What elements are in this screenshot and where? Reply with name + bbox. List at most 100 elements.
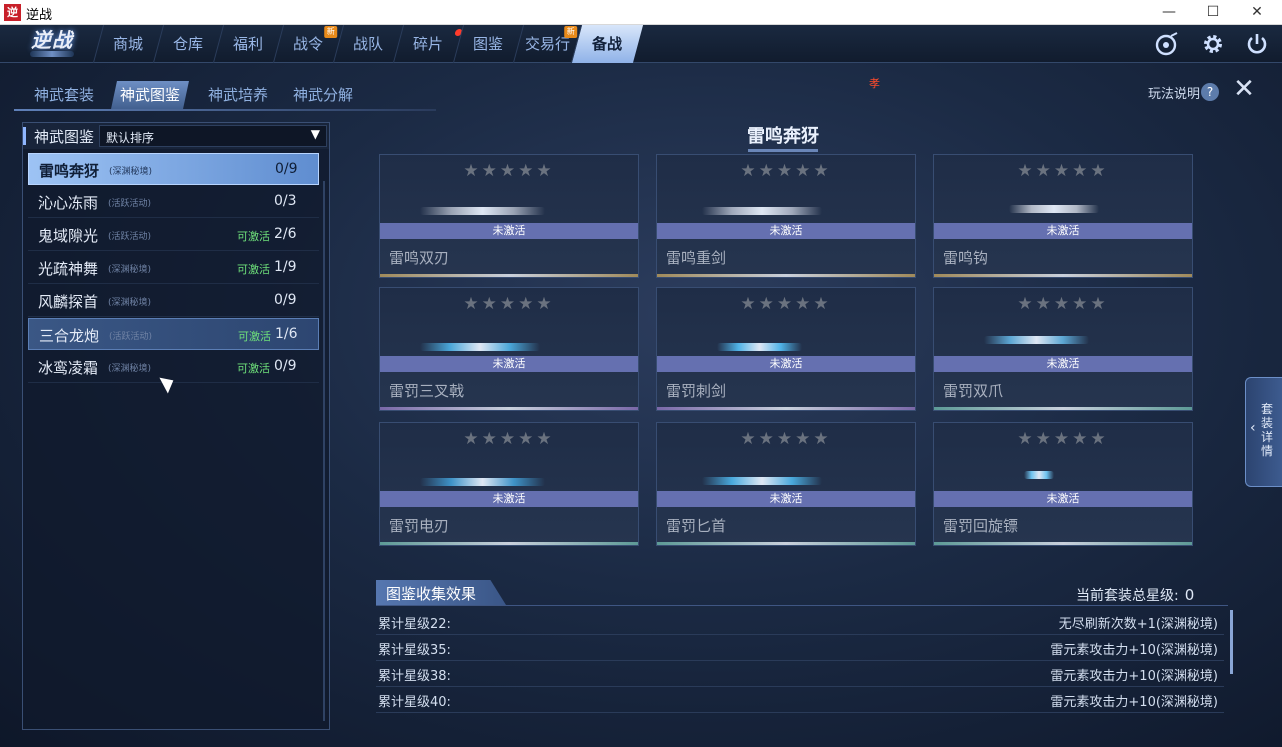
inactive-banner: 未激活 — [934, 223, 1192, 239]
minimize-button[interactable]: — — [1146, 0, 1192, 25]
inactive-banner: 未激活 — [657, 223, 915, 239]
nav-item-warehouse[interactable]: 仓库 — [152, 25, 224, 63]
set-name: 鬼域隙光 — [38, 227, 99, 245]
set-list-item[interactable]: 光疏神舞 (深渊秘境) 可激活 1/9 — [28, 252, 319, 284]
nav-item-shop[interactable]: 商城 — [92, 25, 164, 63]
sort-dropdown[interactable]: 默认排序 ▼ — [99, 125, 327, 147]
top-nav: 逆战 商城 仓库 福利 战令新 战队 碎片 图鉴 交易行新 备战 — [0, 25, 1282, 63]
nav-item-prepare[interactable]: 备战 — [570, 25, 644, 63]
list-scrollbar[interactable] — [323, 181, 325, 721]
nav-item-codex[interactable]: 图鉴 — [452, 25, 524, 63]
weapon-name: 雷罚三叉戟 — [389, 382, 465, 400]
card-rarity-bar — [934, 407, 1192, 410]
weapon-card[interactable]: ★★★★★ 未激活 雷罚双爪 — [933, 287, 1193, 411]
set-progress-count: 1/9 — [274, 259, 297, 275]
weapon-card[interactable]: ★★★★★ 未激活 雷鸣双刃 — [379, 154, 639, 278]
disc-icon[interactable] — [1155, 32, 1179, 56]
weapon-image — [420, 207, 545, 215]
set-name: 光疏神舞 — [38, 260, 99, 278]
card-rarity-bar — [380, 407, 638, 410]
effect-bonus: 雷元素攻击力+10(深渊秘境) — [1050, 695, 1218, 710]
set-name: 冰鸾凌霜 — [38, 359, 99, 377]
effect-threshold: 累计星级40: — [378, 695, 451, 710]
app-icon: 逆 — [4, 4, 21, 21]
collection-effect-row: 累计星级22: 无尽刷新次数+1(深渊秘境) — [376, 609, 1224, 635]
tab-artifact-sets[interactable]: 神武套装 — [28, 81, 100, 109]
set-source-tag: (深渊秘境) — [108, 265, 152, 275]
help-link[interactable]: 玩法说明 — [1148, 83, 1200, 102]
effect-bonus: 雷元素攻击力+10(深渊秘境) — [1050, 643, 1218, 658]
weapon-name: 雷鸣钩 — [943, 249, 989, 267]
set-list-item[interactable]: 雷鸣奔犽 (深渊秘境) 0/9 — [28, 153, 319, 185]
inactive-banner: 未激活 — [934, 491, 1192, 507]
weapon-card[interactable]: ★★★★★ 未激活 雷罚匕首 — [656, 422, 916, 546]
collection-effect-row: 累计星级35: 雷元素攻击力+10(深渊秘境) — [376, 635, 1224, 661]
new-badge: 新 — [324, 26, 338, 38]
card-rarity-bar — [657, 274, 915, 277]
weapon-image — [1009, 205, 1099, 213]
set-details-drawer-button[interactable]: ‹ 套装详情 — [1245, 377, 1282, 487]
set-progress-count: 0/9 — [275, 161, 298, 177]
weapon-card[interactable]: ★★★★★ 未激活雷鸣钩 — [933, 154, 1193, 278]
tab-artifact-dismantle[interactable]: 神武分解 — [287, 81, 359, 109]
inactive-banner: 未激活 — [657, 356, 915, 372]
weapon-card[interactable]: ★★★★★ 未激活 雷罚电刃 — [379, 422, 639, 546]
nav-item-trade[interactable]: 交易行新 — [512, 25, 582, 63]
weapon-card[interactable]: ★★★★★ 未激活 雷罚三叉戟 — [379, 287, 639, 411]
set-list-header: 神武图鉴 默认排序 ▼ — [23, 123, 329, 149]
close-button[interactable]: ✕ — [1232, 76, 1256, 102]
set-list-item[interactable]: 冰鸾凌霜 (深渊秘境) 可激活 0/9 — [28, 351, 319, 383]
help-icon[interactable]: ? — [1201, 83, 1219, 101]
set-list-item[interactable]: 鬼域隙光 (活跃活动) 可激活 2/6 — [28, 219, 319, 251]
effects-scrollbar[interactable] — [1230, 610, 1233, 674]
inactive-banner: 未激活 — [380, 223, 638, 239]
card-rarity-bar — [380, 542, 638, 545]
window-close-button[interactable]: ✕ — [1234, 0, 1280, 25]
power-icon[interactable] — [1245, 32, 1269, 56]
game-logo: 逆战 — [16, 25, 88, 61]
gear-icon[interactable] — [1201, 32, 1225, 56]
collection-divider — [376, 605, 1228, 606]
set-source-tag: (活跃活动) — [109, 332, 153, 342]
card-rarity-bar — [934, 274, 1192, 277]
activatable-label: 可激活 — [238, 330, 271, 343]
tab-artifact-codex[interactable]: 神武图鉴 — [111, 81, 189, 109]
game-area: 逆战 商城 仓库 福利 战令新 战队 碎片 图鉴 交易行新 备战 神武套装 神武… — [0, 25, 1282, 747]
chevron-down-icon: ▼ — [310, 127, 320, 141]
inactive-banner: 未激活 — [380, 491, 638, 507]
weapon-card[interactable]: ★★★★★ 未激活 雷鸣重剑 — [656, 154, 916, 278]
collection-effect-row: 累计星级38: 雷元素攻击力+10(深渊秘境) — [376, 661, 1224, 687]
set-source-tag: (深渊秘境) — [109, 167, 153, 177]
effect-threshold: 累计星级22: — [378, 617, 451, 632]
nav-item-team[interactable]: 战队 — [332, 25, 404, 63]
weapon-card[interactable]: ★★★★★ 未激活 雷罚刺剑 — [656, 287, 916, 411]
star-rating: ★★★★★ — [463, 161, 555, 181]
tab-artifact-upgrade[interactable]: 神武培养 — [202, 81, 274, 109]
collection-effect-header: 图鉴收集效果 — [376, 580, 506, 605]
set-list-item[interactable]: 风麟探首 (深渊秘境) 0/9 — [28, 285, 319, 317]
set-progress-count: 1/6 — [275, 326, 298, 342]
red-marker: 孝 — [869, 77, 880, 90]
tab-underline — [14, 109, 436, 111]
drawer-label: 套装详情 — [1261, 402, 1274, 458]
nav-item-fragments[interactable]: 碎片 — [392, 25, 464, 63]
set-list-item[interactable]: 三合龙炮 (活跃活动) 可激活 1/6 — [28, 318, 319, 350]
chevron-left-icon: ‹ — [1250, 420, 1256, 436]
set-name: 三合龙炮 — [39, 327, 100, 345]
weapon-name: 雷罚刺剑 — [666, 382, 727, 400]
set-progress-count: 0/9 — [274, 292, 297, 308]
weapon-image — [702, 477, 822, 485]
nav-item-welfare[interactable]: 福利 — [212, 25, 284, 63]
weapon-image — [717, 343, 802, 351]
new-badge: 新 — [564, 26, 578, 38]
weapon-image — [1024, 471, 1054, 479]
set-list-item[interactable]: 沁心冻雨 (活跃活动) 0/3 — [28, 186, 319, 218]
weapon-name: 雷罚电刃 — [389, 517, 450, 535]
nav-item-battle-pass[interactable]: 战令新 — [272, 25, 344, 63]
weapon-image — [420, 478, 545, 486]
weapon-name: 雷鸣重剑 — [666, 249, 727, 267]
maximize-button[interactable]: ☐ — [1190, 0, 1236, 25]
star-rating: ★★★★★ — [1017, 161, 1109, 181]
weapon-card[interactable]: ★★★★★ 未激活 雷罚回旋镖 — [933, 422, 1193, 546]
collection-effect-row: 累计星级40: 雷元素攻击力+10(深渊秘境) — [376, 687, 1224, 713]
